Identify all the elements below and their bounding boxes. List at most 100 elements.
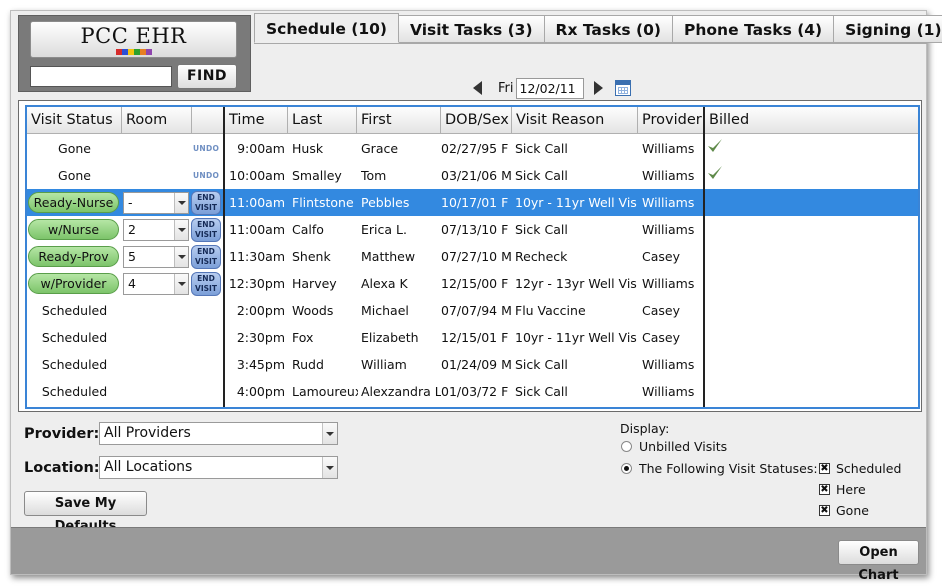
calendar-icon[interactable]: [614, 80, 631, 96]
provider-label: Provider:: [24, 426, 100, 442]
cell-last: Smalley: [292, 168, 342, 183]
tab-signing[interactable]: Signing (1): [833, 15, 942, 43]
room-value: 4: [128, 276, 136, 291]
table-row[interactable]: Ready-Nurse - END VISIT 11:00am Flintstone Peb…: [27, 189, 918, 216]
cell-dob: 01/24/09 M: [441, 357, 512, 372]
visit-status-text: Scheduled: [41, 330, 108, 345]
table-row[interactable]: Ready-Prov 5 END VISIT 11:30am Shenk Matthew 07…: [27, 243, 918, 270]
cell-reason: Recheck: [515, 249, 568, 264]
location-select[interactable]: All Locations: [99, 456, 338, 479]
cell-reason: Sick Call: [515, 222, 568, 237]
footer-bar: Open Chart: [11, 527, 926, 583]
end-visit-button[interactable]: END VISIT: [191, 272, 221, 296]
col-provider[interactable]: Provider: [638, 107, 705, 134]
cell-time: 11:30am: [229, 249, 285, 264]
provider-select[interactable]: All Providers: [99, 422, 338, 445]
cell-last: Harvey: [292, 276, 337, 291]
undo-link[interactable]: UNDO: [193, 135, 219, 162]
schedule-panel: Visit Status Room Time Last First DOB/Se…: [18, 100, 922, 412]
room-select[interactable]: -: [123, 192, 189, 214]
save-defaults-button[interactable]: Save My Defaults: [24, 491, 147, 534]
cell-dob: 10/17/01 F: [441, 195, 509, 210]
visit-status-text: Scheduled: [41, 357, 108, 372]
cell-time: 10:00am: [229, 168, 285, 183]
schedule-grid: Visit Status Room Time Last First DOB/Se…: [25, 105, 920, 409]
col-billed[interactable]: Billed: [705, 107, 918, 134]
cell-last: Calfo: [292, 222, 324, 237]
room-select[interactable]: 4: [123, 273, 189, 295]
next-day-arrow-icon[interactable]: [593, 81, 603, 95]
chevron-down-icon: [174, 274, 188, 294]
cell-time: 12:30pm: [228, 276, 285, 291]
table-row[interactable]: w/Provider 4 END VISIT 12:30pm Harvey Alexa K 1…: [27, 270, 918, 297]
cell-first: William: [361, 357, 407, 372]
col-visit-status[interactable]: Visit Status: [27, 107, 122, 134]
cell-provider: Casey: [642, 330, 680, 345]
cell-reason: Sick Call: [515, 141, 568, 156]
chevron-down-icon: [174, 220, 188, 240]
status-checkbox-label: Scheduled: [836, 461, 902, 476]
table-row[interactable]: Scheduled 2:00pm Woods Michael 07/07/94 M Flu…: [27, 297, 918, 324]
billed-divider: [703, 107, 705, 407]
date-field[interactable]: 12/02/11: [515, 77, 584, 99]
col-dob-sex[interactable]: DOB/Sex: [441, 107, 512, 134]
visit-status-text: Gone: [58, 168, 91, 183]
table-row[interactable]: w/Nurse 2 END VISIT 11:00am Calfo Erica L. 07/1…: [27, 216, 918, 243]
cell-provider: Williams: [642, 222, 695, 237]
col-first[interactable]: First: [357, 107, 441, 134]
cell-dob: 01/03/72 F: [441, 384, 509, 399]
tab-rx-tasks[interactable]: Rx Tasks (0): [543, 15, 674, 43]
room-select[interactable]: 5: [123, 246, 189, 268]
status-checkbox-gone[interactable]: ✖: [819, 505, 830, 516]
cell-first: Grace: [361, 141, 399, 156]
logo-text: PCC EHR: [80, 24, 187, 48]
cell-first: Matthew: [361, 249, 416, 264]
table-row[interactable]: Gone UNDO 10:00am Smalley Tom 03/21/06 M Sick …: [27, 162, 918, 189]
end-visit-label-part: END: [197, 274, 215, 283]
col-time[interactable]: Time: [225, 107, 288, 134]
table-row[interactable]: Scheduled 4:00pm Lamoureux Alexzandra L. 01/…: [27, 378, 918, 405]
end-visit-button[interactable]: END VISIT: [191, 245, 221, 269]
find-button[interactable]: FIND: [177, 64, 237, 89]
billed-check-icon: [708, 166, 722, 179]
previous-day-arrow-icon[interactable]: [473, 81, 482, 95]
cell-provider: Williams: [642, 357, 695, 372]
open-chart-button[interactable]: Open Chart: [838, 540, 919, 583]
cell-time: 9:00am: [237, 141, 285, 156]
table-row[interactable]: Scheduled 3:45pm Rudd William 01/24/09 M Sick…: [27, 351, 918, 378]
col-action: [192, 107, 225, 134]
status-checkbox-scheduled[interactable]: ✖: [819, 463, 830, 474]
col-visit-reason[interactable]: Visit Reason: [512, 107, 638, 134]
end-visit-button[interactable]: END VISIT: [191, 191, 221, 215]
visit-status-button[interactable]: w/Provider: [28, 273, 119, 294]
tab-schedule[interactable]: Schedule (10): [254, 13, 399, 43]
status-checkbox-label: Here: [836, 482, 866, 497]
cell-time: 4:00pm: [236, 384, 285, 399]
col-room[interactable]: Room: [122, 107, 192, 134]
undo-link[interactable]: UNDO: [193, 162, 219, 189]
cell-time: 11:00am: [229, 222, 285, 237]
tab-phone-tasks[interactable]: Phone Tasks (4): [672, 15, 835, 43]
status-checkbox-here[interactable]: ✖: [819, 484, 830, 495]
table-row[interactable]: Gone UNDO 9:00am Husk Grace 02/27/95 F Sick Ca…: [27, 135, 918, 162]
display-label: Display:: [620, 421, 670, 436]
cell-time: 3:45pm: [236, 357, 285, 372]
visit-status-button[interactable]: w/Nurse: [28, 219, 119, 240]
visit-status-button[interactable]: Ready-Prov: [28, 246, 119, 267]
end-visit-button[interactable]: END VISIT: [191, 218, 221, 242]
tab-visit-tasks[interactable]: Visit Tasks (3): [398, 15, 545, 43]
cell-dob: 12/15/01 F: [441, 330, 509, 345]
chevron-down-icon: [322, 457, 337, 478]
unbilled-visits-radio[interactable]: [621, 441, 632, 452]
patient-search-input[interactable]: [30, 66, 172, 87]
following-statuses-radio[interactable]: [621, 463, 632, 474]
table-row[interactable]: Scheduled 2:30pm Fox Elizabeth 12/15/01 F 10y…: [27, 324, 918, 351]
visit-status-button[interactable]: Ready-Nurse: [28, 192, 119, 213]
cell-dob: 02/27/95 F: [441, 141, 509, 156]
room-select[interactable]: 2: [123, 219, 189, 241]
location-label: Location:: [24, 460, 100, 476]
cell-last: Flintstone: [292, 195, 354, 210]
cell-first: Alexzandra L.: [361, 384, 441, 399]
logo-color-squares: [31, 49, 236, 55]
col-last[interactable]: Last: [288, 107, 357, 134]
